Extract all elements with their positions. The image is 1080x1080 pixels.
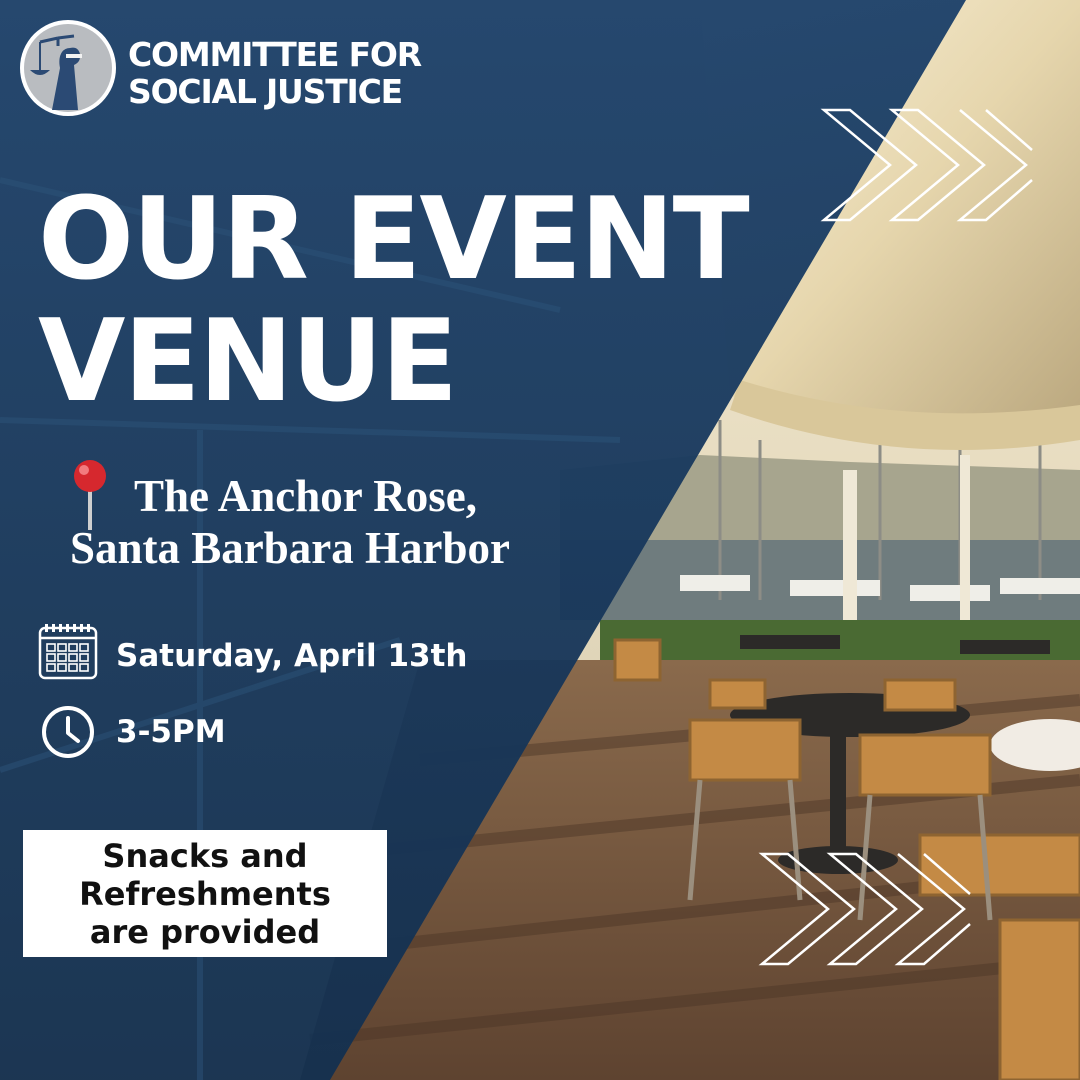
note-line3: are provided: [89, 912, 321, 951]
organization-name: COMMITTEE FOR SOCIAL JUSTICE: [128, 35, 422, 111]
event-poster: COMMITTEE FOR SOCIAL JUSTICE OUR EVENT V…: [0, 0, 1080, 1080]
lady-justice-icon: [20, 20, 116, 116]
note-line2: Refreshments: [79, 874, 331, 913]
event-date: Saturday, April 13th: [116, 638, 468, 674]
headline: OUR EVENT VENUE: [38, 173, 750, 427]
refreshments-note: Snacks and Refreshments are provided: [23, 830, 387, 957]
note-line1: Snacks and: [102, 836, 308, 875]
calendar-icon: [38, 624, 98, 680]
venue-line1: The Anchor Rose,: [134, 471, 477, 521]
headline-line1: OUR EVENT: [38, 173, 750, 305]
clock-icon: [42, 706, 94, 758]
triple-chevron-icon: [758, 852, 971, 966]
venue-name: The Anchor Rose, Santa Barbara Harbor: [70, 470, 510, 574]
headline-line2: VENUE: [38, 295, 458, 427]
org-name-line1: COMMITTEE FOR: [128, 35, 422, 74]
event-time: 3-5PM: [116, 714, 226, 750]
triple-chevron-icon: [820, 108, 1033, 222]
org-name-line2: SOCIAL JUSTICE: [128, 72, 403, 111]
venue-line2: Santa Barbara Harbor: [70, 523, 511, 573]
